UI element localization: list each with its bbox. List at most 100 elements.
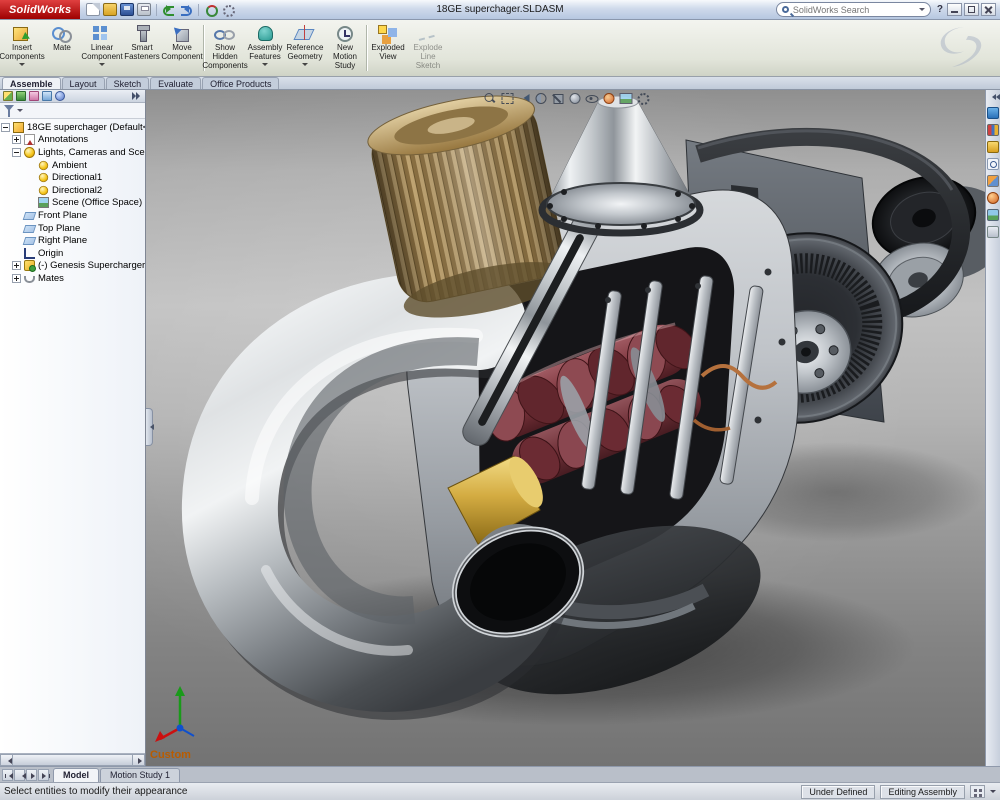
open-icon[interactable]: [103, 3, 117, 16]
zoom-to-fit-icon[interactable]: [482, 91, 496, 104]
ribbon-reference-geometry[interactable]: Reference Geometry: [285, 21, 325, 75]
tree-item-directional1[interactable]: Directional1: [0, 171, 145, 184]
next-tab-icon[interactable]: [26, 769, 37, 781]
filter-dropdown-icon[interactable]: [17, 109, 23, 115]
tab-assemble[interactable]: Assemble: [2, 77, 61, 89]
tree-item-directional2[interactable]: Directional2: [0, 184, 145, 197]
section-view-icon[interactable]: [533, 91, 547, 104]
tree-item-genesis-supercharger[interactable]: (-) Genesis Supercharger Final: [0, 260, 145, 273]
ribbon-new-motion-study[interactable]: New Motion Study: [325, 21, 365, 75]
featuremanager-tree-icon[interactable]: [3, 91, 13, 101]
solidworks-watermark: [934, 24, 986, 70]
tree-item-annotations[interactable]: Annotations: [0, 134, 145, 147]
zoom-to-area-icon[interactable]: [499, 91, 513, 104]
first-tab-icon[interactable]: [2, 769, 13, 781]
ribbon-exploded-view[interactable]: Exploded View: [368, 21, 408, 75]
graphics-viewport[interactable]: Custom: [146, 90, 985, 766]
solidworks-search-box[interactable]: [776, 2, 931, 17]
ribbon-move-component[interactable]: Move Component: [162, 21, 202, 75]
tree-item-front-plane[interactable]: Front Plane: [0, 209, 145, 222]
plane-icon: [23, 225, 37, 233]
print-icon[interactable]: [137, 3, 151, 16]
task-pane-expand-icon[interactable]: [989, 94, 998, 101]
undo-icon[interactable]: [162, 3, 176, 16]
ribbon-linear-component[interactable]: Linear Component: [82, 21, 122, 75]
units-grid-icon[interactable]: [970, 785, 985, 798]
tree-item-top-plane[interactable]: Top Plane: [0, 222, 145, 235]
tab-office-products[interactable]: Office Products: [202, 77, 279, 89]
tab-motion-study-1[interactable]: Motion Study 1: [100, 768, 180, 782]
search-dropdown-icon[interactable]: [919, 8, 925, 14]
viewport-canvas[interactable]: [146, 90, 985, 766]
last-tab-icon[interactable]: [38, 769, 49, 781]
feature-tree: 18GE superchager (Default<Displa Annotat…: [0, 119, 145, 753]
save-icon[interactable]: [120, 3, 134, 16]
annotations-icon: [24, 134, 35, 145]
ribbon-insert-components[interactable]: Insert Components: [2, 21, 42, 75]
collapse-toggle-icon[interactable]: [12, 148, 21, 157]
apply-scene-icon[interactable]: [618, 91, 632, 104]
ribbon-assembly-features[interactable]: Assembly Features: [245, 21, 285, 75]
help-button[interactable]: ?: [937, 4, 943, 15]
file-explorer-icon[interactable]: [987, 141, 999, 153]
search-pane-icon[interactable]: [987, 158, 999, 170]
tree-item-lights-cameras-scene[interactable]: Lights, Cameras and Scene: [0, 146, 145, 159]
scroll-left-icon[interactable]: [0, 754, 13, 766]
ribbon-show-hidden-components[interactable]: Show Hidden Components: [205, 21, 245, 75]
new-document-icon[interactable]: [86, 3, 100, 16]
tree-horizontal-scrollbar[interactable]: [0, 753, 145, 766]
expand-toggle-icon[interactable]: [12, 274, 21, 283]
assembly-icon: [13, 122, 24, 133]
previous-tab-icon[interactable]: [14, 769, 25, 781]
filter-funnel-icon[interactable]: [4, 105, 14, 116]
view-orientation-icon[interactable]: [550, 91, 564, 104]
lights-icon: [24, 147, 35, 158]
design-library-icon[interactable]: [987, 124, 999, 136]
status-dropdown-icon[interactable]: [990, 790, 996, 796]
tree-item-scene[interactable]: Scene (Office Space): [0, 197, 145, 210]
dimxpertmanager-icon[interactable]: [42, 91, 52, 101]
previous-view-icon[interactable]: [516, 91, 530, 104]
close-button[interactable]: [981, 3, 996, 16]
solidworks-resources-icon[interactable]: [987, 107, 999, 119]
rebuild-icon[interactable]: [204, 3, 218, 16]
intake-cone[interactable]: [542, 96, 700, 233]
tab-sketch[interactable]: Sketch: [106, 77, 150, 89]
ribbon-separator: [366, 25, 367, 71]
scrollbar-thumb[interactable]: [13, 754, 132, 766]
panel-expand-icon[interactable]: [132, 92, 142, 100]
tree-splitter-handle[interactable]: [146, 408, 153, 446]
tree-item-root[interactable]: 18GE superchager (Default<Displa: [0, 121, 145, 134]
toolbar-separator: [198, 4, 199, 16]
options-icon[interactable]: [221, 3, 235, 16]
tab-evaluate[interactable]: Evaluate: [150, 77, 201, 89]
configurationmanager-icon[interactable]: [29, 91, 39, 101]
collapse-toggle-icon[interactable]: [1, 123, 10, 132]
display-style-icon[interactable]: [567, 91, 581, 104]
tab-model[interactable]: Model: [53, 768, 99, 782]
tree-item-origin[interactable]: Origin: [0, 247, 145, 260]
minimize-button[interactable]: [947, 3, 962, 16]
tree-item-ambient[interactable]: Ambient: [0, 159, 145, 172]
tree-item-mates[interactable]: Mates: [0, 272, 145, 285]
expand-toggle-icon[interactable]: [12, 135, 21, 144]
scroll-right-icon[interactable]: [132, 754, 145, 766]
expand-toggle-icon[interactable]: [12, 261, 21, 270]
redo-icon[interactable]: [179, 3, 193, 16]
ribbon-smart-fasteners[interactable]: Smart Fasteners: [122, 21, 162, 75]
tab-layout[interactable]: Layout: [62, 77, 105, 89]
tree-item-right-plane[interactable]: Right Plane: [0, 234, 145, 247]
hide-show-items-icon[interactable]: [584, 91, 598, 104]
maximize-button[interactable]: [964, 3, 979, 16]
appearances-icon[interactable]: [987, 192, 999, 204]
scenes-icon[interactable]: [987, 209, 999, 221]
displaymanager-icon[interactable]: [55, 91, 65, 101]
edit-appearance-icon[interactable]: [601, 91, 615, 104]
view-settings-icon[interactable]: [635, 91, 649, 104]
custom-properties-icon[interactable]: [987, 226, 999, 238]
view-palette-icon[interactable]: [987, 175, 999, 187]
editing-mode-status[interactable]: Editing Assembly: [880, 785, 965, 799]
ribbon-mate[interactable]: Mate: [42, 21, 82, 75]
search-input[interactable]: [793, 5, 915, 15]
propertymanager-icon[interactable]: [16, 91, 26, 101]
